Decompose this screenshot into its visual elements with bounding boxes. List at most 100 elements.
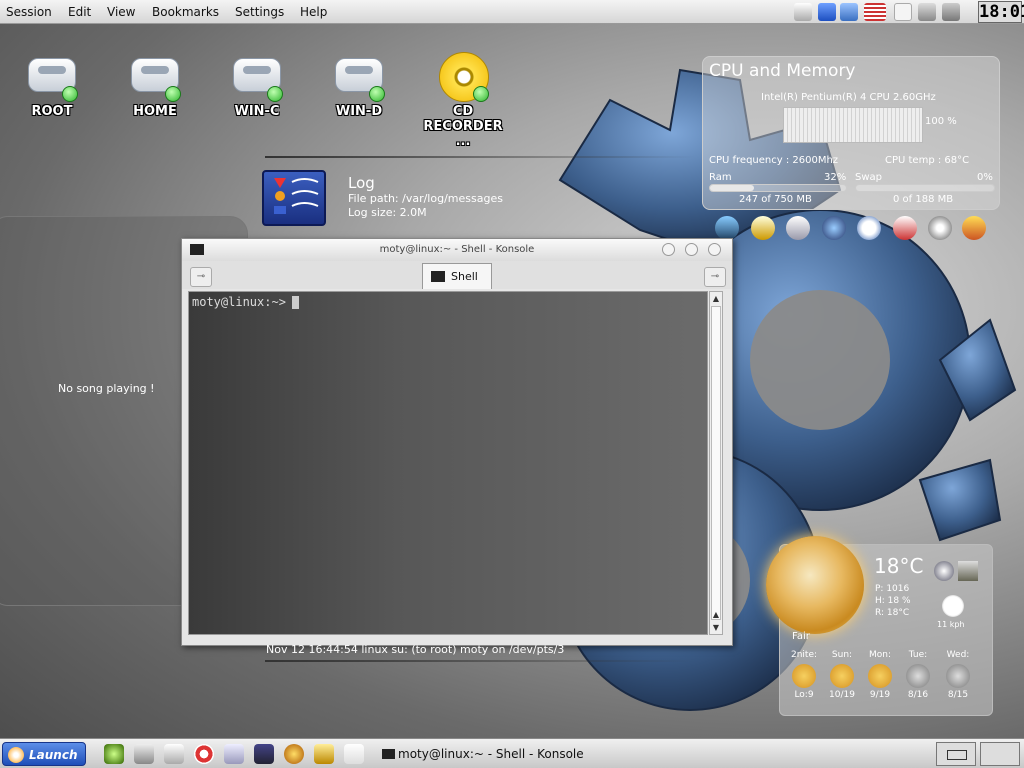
weather-humidity: H: 18 % xyxy=(875,596,911,606)
close-tab-button[interactable]: ⊸ xyxy=(704,267,726,287)
cpu-load: 100 % xyxy=(925,116,957,127)
scroll-up-arrow-icon[interactable]: ▲ xyxy=(711,609,721,620)
globe-icon[interactable] xyxy=(822,216,846,240)
app-icon[interactable] xyxy=(962,216,986,240)
desktop-icon-home[interactable]: HOME xyxy=(115,52,195,119)
desktop-icon-win-d[interactable]: WIN-D xyxy=(319,52,399,119)
menu-bookmarks[interactable]: Bookmarks xyxy=(152,5,219,19)
disk-icon[interactable] xyxy=(794,3,812,21)
scroll-down-arrow-icon[interactable]: ▼ xyxy=(711,622,721,633)
new-tab-button[interactable]: ⊸ xyxy=(190,267,212,287)
kde-logo-icon xyxy=(8,747,24,763)
cloud-icon xyxy=(946,664,970,688)
scroll-up-arrow-icon[interactable]: ▲ xyxy=(711,293,721,304)
minimize-button[interactable] xyxy=(662,243,675,256)
settings-icon[interactable] xyxy=(224,744,244,764)
menu-settings[interactable]: Settings xyxy=(235,5,284,19)
desktop-pager-1[interactable] xyxy=(936,742,976,766)
ram-bar-fill xyxy=(710,185,754,191)
printer-icon[interactable] xyxy=(918,3,936,21)
terminal-icon xyxy=(431,271,445,282)
forecast-temp: 9/19 xyxy=(869,690,891,700)
desktop-icon-label: CD RECORDER ... xyxy=(423,104,503,149)
weather-temperature: 18°C xyxy=(874,554,924,578)
hard-drive-icon xyxy=(127,52,183,102)
maximize-button[interactable] xyxy=(685,243,698,256)
launch-button[interactable]: Launch xyxy=(2,742,86,766)
hard-drive-icon xyxy=(331,52,387,102)
shell-prompt: moty@linux:~> xyxy=(192,295,299,309)
drive-icon[interactable] xyxy=(786,216,810,240)
weather-realfeel: R: 18°C xyxy=(875,608,910,618)
desktop-pager-2[interactable] xyxy=(980,742,1020,766)
forecast-temp: 8/15 xyxy=(947,690,969,700)
forecast-day: Wed: 8/15 xyxy=(940,650,976,700)
cloud-icon xyxy=(906,664,930,688)
menu-bar: Session Edit View Bookmarks Settings Hel… xyxy=(0,0,1024,24)
browser-icon[interactable] xyxy=(284,744,304,764)
log-title: Log xyxy=(348,174,375,192)
forecast-day-label: Sun: xyxy=(831,650,853,660)
tab-shell[interactable]: Shell xyxy=(422,263,492,289)
wind-direction-icon xyxy=(942,595,964,617)
monitor-icon[interactable] xyxy=(715,216,739,240)
cpu-temp: CPU temp : 68°C xyxy=(885,155,970,166)
close-button[interactable] xyxy=(708,243,721,256)
swap-percent: 0% xyxy=(977,172,993,183)
search-icon[interactable] xyxy=(104,744,124,764)
taskbar-item-konsole[interactable]: moty@linux:~ - Shell - Konsole xyxy=(380,743,680,765)
log-file-path: File path: /var/log/messages xyxy=(348,192,503,205)
text-editor-icon[interactable] xyxy=(344,744,364,764)
cpu-frequency: CPU frequency : 2600Mhz xyxy=(709,155,839,166)
cpu-name: Intel(R) Pentium(R) 4 CPU 2.60GHz xyxy=(761,92,936,103)
desktop-icon-root[interactable]: ROOT xyxy=(12,52,92,119)
map-icon[interactable] xyxy=(958,561,978,581)
help-icon[interactable] xyxy=(194,744,214,764)
forecast-day-label: 2nite: xyxy=(790,650,818,660)
archive-icon[interactable] xyxy=(314,744,334,764)
scrollbar-thumb[interactable] xyxy=(711,306,721,620)
terminal-scrollbar[interactable]: ▲ ▲ ▼ xyxy=(709,291,723,635)
cpu-widget-title: CPU and Memory xyxy=(709,61,856,81)
globe-icon[interactable] xyxy=(934,561,954,581)
speaker-icon[interactable] xyxy=(840,3,858,21)
ram-label: Ram xyxy=(709,172,732,183)
ram-bar xyxy=(709,184,847,192)
kde-icon[interactable] xyxy=(254,744,274,764)
document-icon[interactable] xyxy=(893,216,917,240)
menu-view[interactable]: View xyxy=(107,5,135,19)
desktop-icon-cd-recorder[interactable]: CD RECORDER ... xyxy=(421,52,505,149)
terminal-area[interactable]: moty@linux:~> xyxy=(188,291,708,635)
cd-drive-icon[interactable] xyxy=(928,216,952,240)
desktop-icon-win-c[interactable]: WIN-C xyxy=(217,52,297,119)
clipboard-icon[interactable] xyxy=(894,3,912,21)
network-icon[interactable] xyxy=(942,3,960,21)
forecast-day: Sun: 10/19 xyxy=(824,650,860,700)
cpu-load-graph xyxy=(783,107,923,143)
terminal-icon xyxy=(382,749,395,759)
desktop-icon-label: HOME xyxy=(133,104,177,119)
timer-icon[interactable] xyxy=(857,216,881,240)
mail-icon[interactable] xyxy=(164,744,184,764)
forecast-day-label: Tue: xyxy=(908,650,928,660)
sun-icon xyxy=(830,664,854,688)
weather-pressure: P: 1016 xyxy=(875,584,910,594)
keyboard-layout-flag-icon[interactable] xyxy=(864,3,886,21)
sun-icon xyxy=(868,664,892,688)
window-thumbnail xyxy=(947,750,967,760)
log-icon[interactable] xyxy=(262,170,326,226)
menu-help[interactable]: Help xyxy=(300,5,327,19)
konsole-titlebar[interactable]: moty@linux:~ - Shell - Konsole xyxy=(182,239,732,261)
clock[interactable]: 18:01 xyxy=(978,1,1024,23)
download-icon[interactable] xyxy=(818,3,836,21)
ram-usage: 247 of 750 MB xyxy=(739,194,812,205)
menu-edit[interactable]: Edit xyxy=(68,5,91,19)
cpu-memory-widget: CPU and Memory Intel(R) Pentium(R) 4 CPU… xyxy=(702,56,1000,210)
log-details: File path: /var/log/messages Log size: 2… xyxy=(348,192,503,220)
package-icon[interactable] xyxy=(751,216,775,240)
menu-session[interactable]: Session xyxy=(6,5,52,19)
terminal-icon xyxy=(190,244,204,255)
konsole-title: moty@linux:~ - Shell - Konsole xyxy=(379,244,535,255)
home-folder-icon[interactable] xyxy=(134,744,154,764)
cd-icon xyxy=(435,52,491,102)
